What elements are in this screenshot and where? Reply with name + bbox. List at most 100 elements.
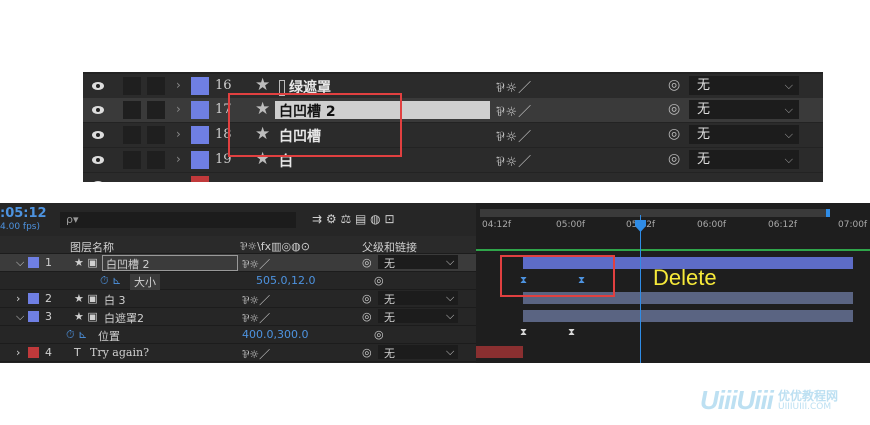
parent-select[interactable]: 无 ⌵ [378, 345, 458, 360]
layer-row-selected[interactable]: › 17 ★ 白凹槽 2 ⅌☼／ ◎ 无 ⌵ [83, 98, 823, 122]
timeline-layer-row[interactable]: › 2 ★ ▣ 白 3 ⅌☼／ ◎ 无 ⌵ [0, 290, 476, 308]
text-layer-icon: T [74, 346, 81, 359]
layer-name[interactable]: 白遮罩2 [104, 310, 144, 326]
property-value[interactable]: 505.0,12.0 [256, 274, 315, 287]
property-name: 大小 [130, 274, 160, 290]
layer-switches[interactable]: ⅌☼／ [496, 151, 532, 170]
watermark-url: UIIIUIII.COM [778, 402, 832, 412]
label-color-swatch[interactable] [191, 176, 209, 182]
pickwhip-icon[interactable]: ◎ [374, 328, 384, 341]
label-color-swatch[interactable] [28, 257, 39, 268]
chevron-right-icon[interactable]: › [176, 78, 181, 92]
parent-select[interactable]: 无 ⌵ [689, 76, 799, 95]
layer-row[interactable]: › 16 ★ 绿遮罩 ⅌☼／ ◎ 无 ⌵ [83, 74, 823, 98]
work-area-bar[interactable] [480, 209, 830, 217]
pickwhip-icon[interactable]: ◎ [668, 151, 680, 167]
layer-bar[interactable] [476, 346, 523, 358]
layer-number: 1 [45, 256, 52, 269]
timecode[interactable]: :05:12 [0, 206, 47, 221]
parent-select[interactable]: 无 ⌵ [689, 150, 799, 169]
timeline-layer-row[interactable]: › 4 T Try again? ⅌☼／ ◎ 无 ⌵ [0, 344, 476, 362]
stopwatch-icon[interactable]: ⏱ ⊾ [66, 328, 87, 342]
property-value[interactable]: 400.0,300.0 [242, 328, 308, 341]
property-row[interactable]: ⏱ ⊾ 位置 400.0,300.0 ◎ [0, 326, 476, 344]
lock-toggle[interactable] [147, 126, 165, 144]
layer-switches[interactable]: ⅌☼／ [242, 292, 270, 308]
layer-name-field[interactable]: 白凹槽 2 [102, 255, 238, 271]
chevron-right-icon[interactable]: › [176, 127, 181, 141]
label-color-swatch[interactable] [191, 101, 209, 119]
eye-icon[interactable] [91, 79, 105, 93]
pickwhip-icon[interactable]: ◎ [362, 292, 372, 305]
chevron-down-icon: ⌵ [446, 255, 455, 268]
label-color-swatch[interactable] [191, 151, 209, 169]
label-color-swatch[interactable] [191, 126, 209, 144]
eye-icon[interactable] [91, 178, 105, 182]
layer-bar[interactable] [523, 310, 853, 322]
layer-switches[interactable]: ⅌☼／ [242, 346, 270, 362]
layer-row[interactable]: › 18 ★ 白凹槽 ⅌☼／ ◎ 无 ⌵ [83, 123, 823, 147]
toolbar-icons[interactable]: ⇉ ⚙ ⚖ ▤ ◍ ⊡ [312, 212, 395, 226]
pickwhip-icon[interactable]: ◎ [668, 101, 680, 117]
layer-name[interactable]: Try again? [90, 346, 149, 359]
chevron-right-icon[interactable]: › [176, 152, 181, 166]
pickwhip-icon[interactable]: ◎ [374, 274, 384, 287]
solo-toggle[interactable] [123, 101, 141, 119]
parent-select[interactable]: 无 ⌵ [378, 309, 458, 324]
eye-icon[interactable] [91, 128, 105, 142]
stopwatch-icon[interactable]: ⏱ ⊾ [100, 274, 121, 288]
pickwhip-icon[interactable]: ◎ [668, 77, 680, 93]
parent-select[interactable]: 无 ⌵ [689, 100, 799, 119]
chevron-down-icon[interactable]: ⌵ [16, 256, 24, 270]
chevron-right-icon[interactable]: › [176, 102, 181, 116]
chevron-down-icon: ⌵ [784, 103, 793, 116]
chevron-right-icon[interactable]: › [16, 346, 20, 359]
playhead-line[interactable] [640, 215, 641, 363]
layer-switches[interactable]: ⅌☼／ [496, 101, 532, 120]
label-color-swatch[interactable] [28, 347, 39, 358]
layer-switches[interactable]: ⅌☼／ [242, 256, 270, 272]
work-area-end[interactable] [826, 209, 830, 217]
work-area-line [476, 249, 870, 251]
solo-toggle[interactable] [123, 126, 141, 144]
layer-row[interactable]: › 19 ★ 白 ⅌☼／ ◎ 无 ⌵ [83, 148, 823, 172]
pickwhip-icon[interactable]: ◎ [362, 256, 372, 269]
ruler-tick-label: 07:00f [838, 220, 868, 230]
search-input[interactable]: ρ▾ [60, 212, 296, 228]
layer-number: 4 [45, 346, 52, 359]
layer-switches[interactable]: ⅌☼／ [242, 310, 270, 326]
timeline-layer-row[interactable]: ⌵ 1 ★ ▣ 白凹槽 2 ⅌☼／ ◎ 无 ⌵ [0, 254, 476, 272]
label-color-swatch[interactable] [28, 293, 39, 304]
property-row[interactable]: ⏱ ⊾ 大小 505.0,12.0 ◎ [0, 272, 476, 290]
eye-icon[interactable] [91, 153, 105, 167]
playhead-icon[interactable] [634, 219, 647, 233]
col-switches: ⅌☼\fx▥◎◍⊙ [240, 240, 310, 253]
highlight-box [500, 255, 615, 297]
solo-toggle[interactable] [123, 151, 141, 169]
lock-toggle[interactable] [147, 77, 165, 95]
lock-toggle[interactable] [147, 151, 165, 169]
solo-toggle[interactable] [123, 77, 141, 95]
timeline-layer-row[interactable]: ⌵ 3 ★ ▣ 白遮罩2 ⅌☼／ ◎ 无 ⌵ [0, 308, 476, 326]
layer-name[interactable]: 白 3 [104, 292, 126, 308]
pickwhip-icon[interactable]: ◎ [362, 346, 372, 359]
pickwhip-icon[interactable]: ◎ [668, 126, 680, 142]
parent-select[interactable]: 无 ⌵ [378, 291, 458, 306]
label-color-swatch[interactable] [28, 311, 39, 322]
chevron-right-icon[interactable]: › [16, 292, 20, 305]
star-icon: ★ [255, 75, 271, 95]
layer-switches[interactable]: ⅌☼／ [496, 77, 532, 96]
lock-toggle[interactable] [147, 101, 165, 119]
parent-select[interactable]: 无 ⌵ [378, 255, 458, 270]
chevron-down-icon: ⌵ [446, 345, 455, 358]
pickwhip-icon[interactable]: ◎ [362, 310, 372, 323]
eye-icon[interactable] [91, 103, 105, 117]
highlight-box [228, 93, 402, 157]
chevron-down-icon[interactable]: ⌵ [16, 310, 24, 324]
label-color-swatch[interactable] [191, 77, 209, 95]
parent-select[interactable]: 无 ⌵ [689, 125, 799, 144]
annotation-label: Delete [653, 265, 717, 290]
keyframe-icon[interactable]: ⧗ [568, 327, 575, 338]
keyframe-icon[interactable]: ⧗ [520, 327, 527, 338]
layer-switches[interactable]: ⅌☼／ [496, 126, 532, 145]
